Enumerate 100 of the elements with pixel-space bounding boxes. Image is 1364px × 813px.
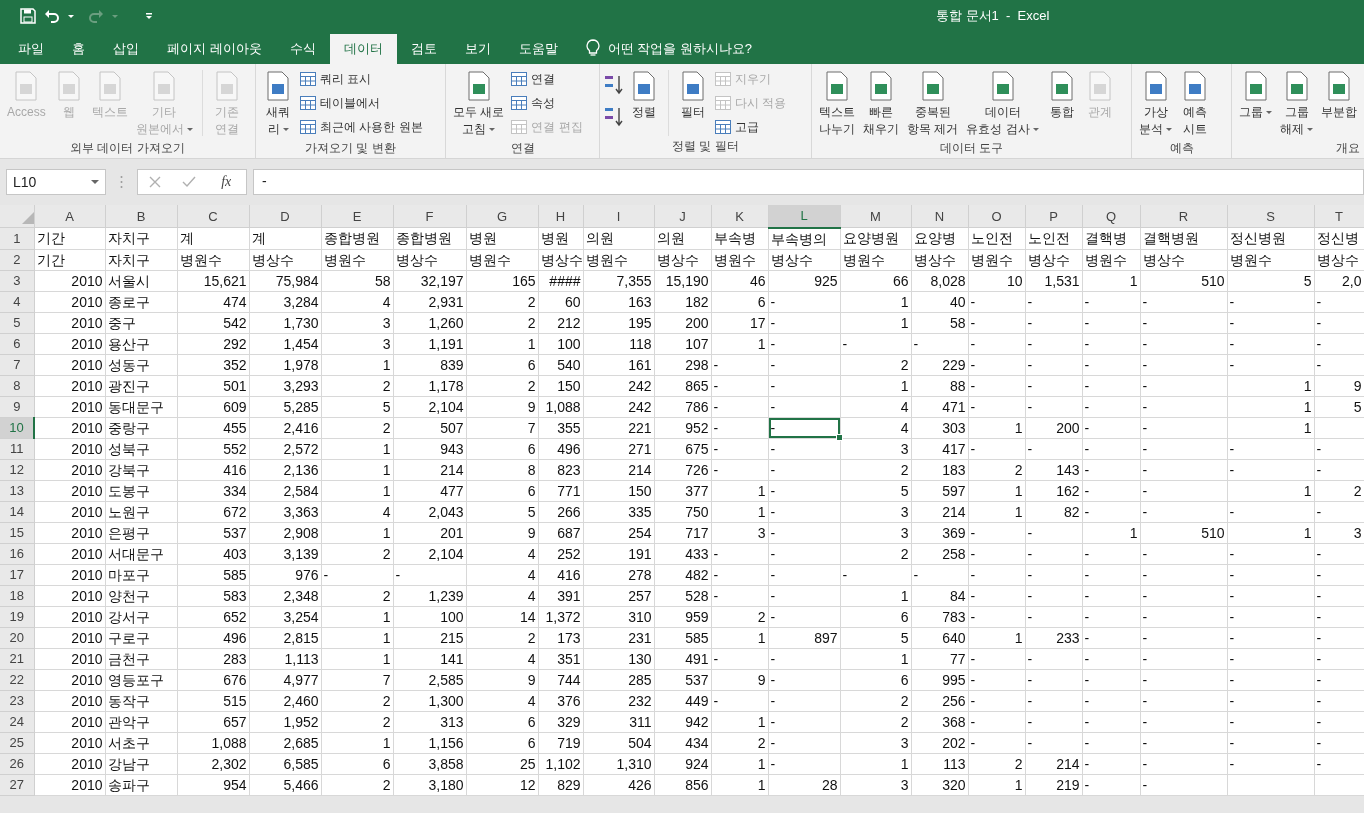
ribbon-button[interactable]: 연결	[509, 68, 585, 90]
table-cell: -	[1084, 314, 1090, 331]
row-header[interactable]: 23	[0, 690, 34, 711]
table-cell: 강남구	[107, 755, 150, 772]
ribbon-button[interactable]: 빠른 채우기	[860, 68, 902, 140]
ribbon-button[interactable]: 부분합	[1318, 68, 1360, 123]
ribbon-tab[interactable]: 보기	[450, 34, 505, 64]
column-header[interactable]: Q	[1082, 205, 1140, 228]
ribbon-tab[interactable]: 검토	[396, 34, 451, 64]
ribbon-tab[interactable]: 삽입	[99, 34, 153, 64]
caret-icon[interactable]	[68, 14, 74, 18]
row-header[interactable]: 14	[0, 501, 34, 522]
column-header[interactable]: C	[177, 205, 249, 228]
column-header[interactable]: H	[538, 205, 583, 228]
table-cell: -	[1084, 335, 1090, 352]
column-header[interactable]: L	[768, 205, 840, 228]
table-cell: 195	[628, 314, 652, 331]
row-header[interactable]: 13	[0, 480, 34, 501]
row-header[interactable]: 11	[0, 438, 34, 459]
ribbon-tab[interactable]: 도움말	[504, 34, 572, 64]
ribbon-tab[interactable]: 홈	[58, 34, 99, 64]
column-header[interactable]: G	[466, 205, 538, 228]
ribbon-button[interactable]: 정렬	[626, 68, 662, 123]
column-header[interactable]: I	[583, 205, 654, 228]
row-header[interactable]: 7	[0, 354, 34, 375]
table-cell: 계	[179, 230, 194, 247]
ribbon-tab[interactable]: 페이지 레이아웃	[153, 34, 276, 64]
ribbon-button[interactable]: 그룹 해제	[1277, 68, 1316, 140]
ribbon-tab[interactable]: 수식	[275, 34, 330, 64]
table-cell: -	[1027, 398, 1033, 415]
column-header[interactable]: N	[911, 205, 968, 228]
row-header[interactable]: 6	[0, 333, 34, 354]
row-header[interactable]: 27	[0, 774, 34, 795]
fill-handle[interactable]	[835, 433, 843, 441]
ribbon-button[interactable]: 최근에 사용한 원본	[298, 116, 425, 138]
ribbon-button[interactable]: 예측 시트	[1177, 68, 1213, 140]
table-cell: 6	[527, 356, 536, 373]
table-cell: -	[970, 608, 976, 625]
row-header[interactable]: 21	[0, 648, 34, 669]
name-box[interactable]: L10	[6, 169, 106, 195]
ribbon-button[interactable]: 모두 새로 고침	[450, 68, 508, 140]
row-header[interactable]: 24	[0, 711, 34, 732]
column-header[interactable]: A	[34, 205, 105, 228]
row-header[interactable]: 26	[0, 753, 34, 774]
row-header[interactable]: 16	[0, 543, 34, 564]
column-header[interactable]: J	[654, 205, 711, 228]
save-icon[interactable]	[20, 8, 36, 24]
ribbon-button[interactable]: 텍스트 나누기	[816, 68, 858, 140]
ribbon-button[interactable]: 중복된 항목 제거	[904, 68, 962, 140]
row-header[interactable]: 22	[0, 669, 34, 690]
table-cell: -	[770, 293, 776, 310]
customize-menu-icon[interactable]	[144, 11, 154, 21]
row-header[interactable]: 3	[0, 270, 34, 291]
ribbon-button[interactable]: 가상 분석	[1136, 68, 1175, 140]
row-header[interactable]: 2	[0, 249, 34, 270]
column-header[interactable]: K	[711, 205, 768, 228]
table-cell: 병상수	[770, 251, 813, 268]
row-header[interactable]: 19	[0, 606, 34, 627]
row-header[interactable]: 8	[0, 375, 34, 396]
ribbon-button[interactable]: 테이블에서	[298, 92, 425, 114]
ribbon-button[interactable]: 그룹	[1236, 68, 1275, 123]
ribbon-button[interactable]: 새쿼 리	[260, 68, 296, 140]
ribbon-button[interactable]: 속성	[509, 92, 585, 114]
ribbon-tab[interactable]: 데이터	[329, 34, 397, 64]
ribbon-tab[interactable]: 파일	[4, 34, 58, 64]
row-header[interactable]: 25	[0, 732, 34, 753]
row-header[interactable]: 9	[0, 396, 34, 417]
row-header[interactable]: 15	[0, 522, 34, 543]
row-header[interactable]: 4	[0, 291, 34, 312]
column-header[interactable]: E	[321, 205, 393, 228]
row-header[interactable]: 12	[0, 459, 34, 480]
column-header[interactable]: O	[968, 205, 1025, 228]
column-header[interactable]: B	[105, 205, 177, 228]
column-header[interactable]: M	[840, 205, 911, 228]
row-header[interactable]: 1	[0, 227, 34, 249]
tell-me-search[interactable]: 어떤 작업을 원하시나요?	[607, 34, 753, 64]
ribbon-button[interactable]: 필터	[675, 68, 711, 123]
ribbon-button[interactable]: 데이터 유효성 검사	[963, 68, 1042, 140]
sort-descending-icon[interactable]	[604, 106, 624, 128]
column-header[interactable]: D	[249, 205, 321, 228]
column-header[interactable]: F	[393, 205, 466, 228]
row-header[interactable]: 10	[0, 417, 34, 438]
ribbon-button[interactable]: 쿼리 표시	[298, 68, 425, 90]
undo-icon[interactable]	[44, 8, 60, 24]
formula-input[interactable]: -	[253, 169, 1364, 195]
column-header[interactable]: P	[1025, 205, 1082, 228]
column-header[interactable]: T	[1314, 205, 1364, 228]
table-cell: 1	[382, 629, 391, 646]
column-header[interactable]: S	[1227, 205, 1314, 228]
ribbon-button[interactable]: 고급	[713, 116, 789, 138]
row-header[interactable]: 17	[0, 564, 34, 585]
row-header[interactable]: 20	[0, 627, 34, 648]
row-header[interactable]: 18	[0, 585, 34, 606]
insert-function-button[interactable]: fx	[217, 174, 236, 190]
row-header[interactable]: 5	[0, 312, 34, 333]
ribbon-button[interactable]: 통합	[1043, 68, 1080, 123]
column-header[interactable]: R	[1140, 205, 1227, 228]
table-cell: -	[770, 671, 776, 688]
table-cell: -	[1316, 461, 1322, 478]
sort-ascending-icon[interactable]	[604, 74, 624, 96]
